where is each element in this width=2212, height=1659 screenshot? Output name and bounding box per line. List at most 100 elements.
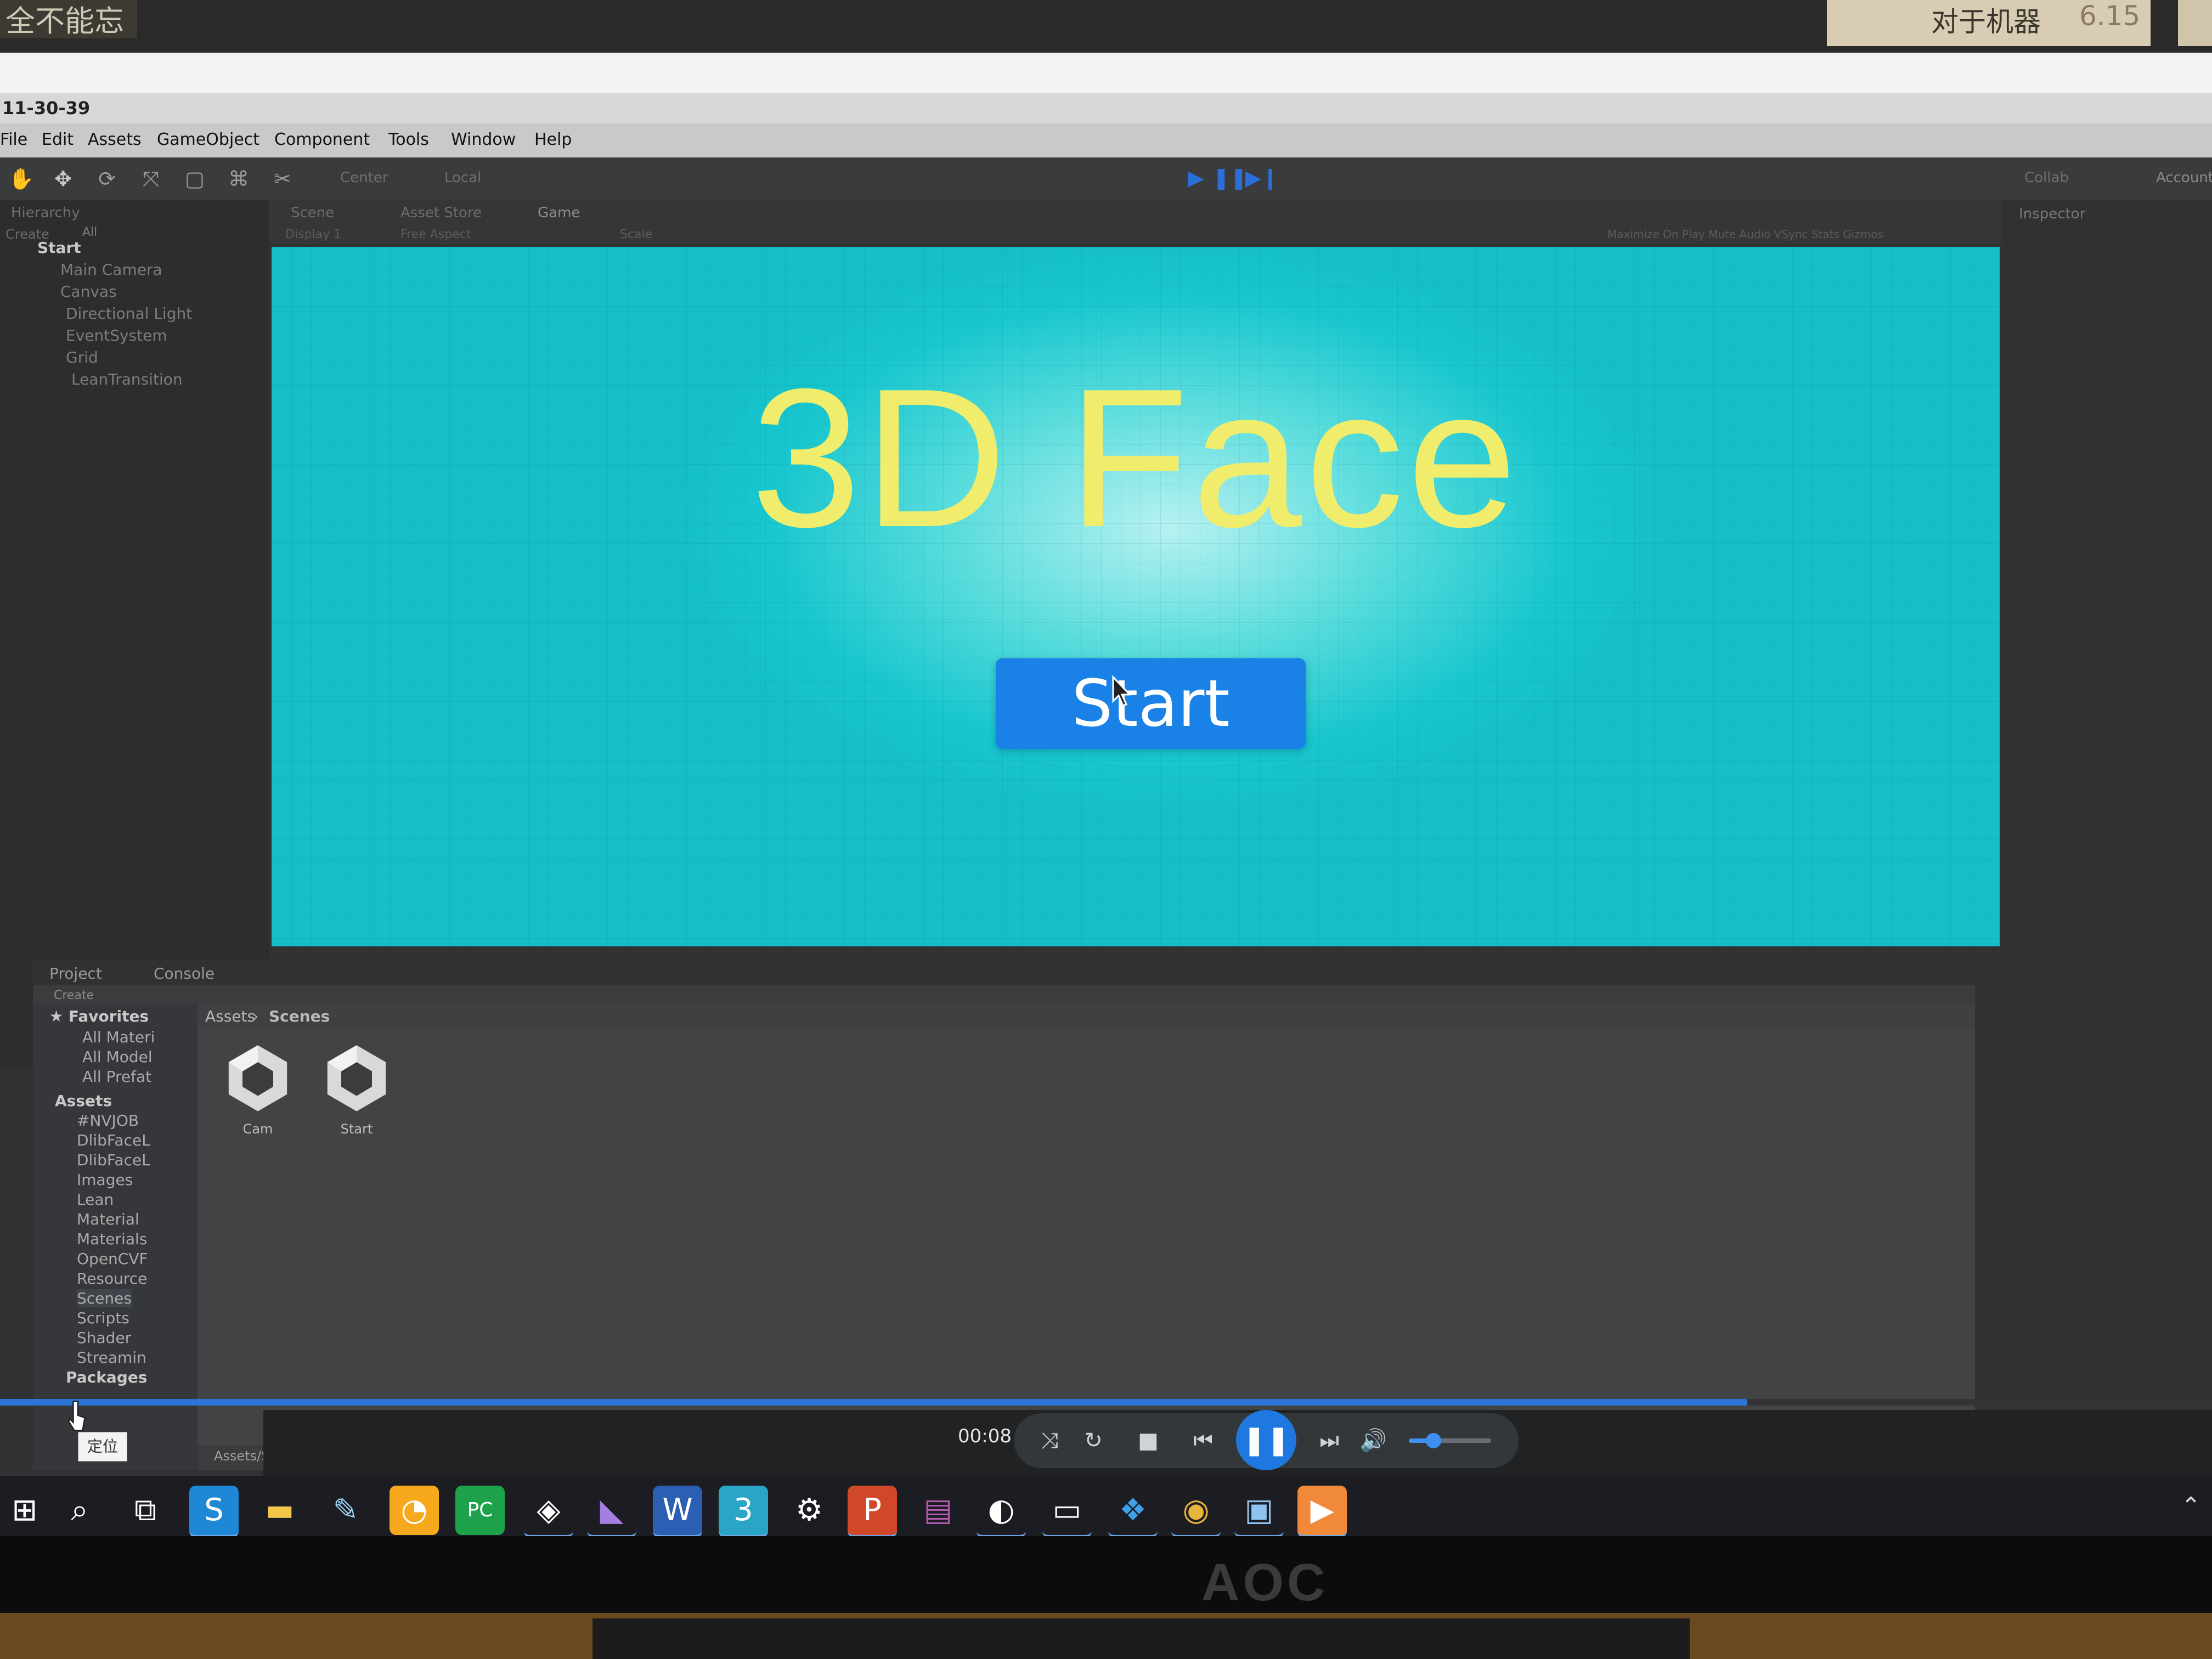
gallery-icon[interactable]: ◔	[390, 1486, 439, 1535]
video-player-icon[interactable]: ▶	[1297, 1486, 1347, 1538]
menu-tools[interactable]: Tools	[388, 130, 429, 149]
terminal-icon[interactable]: ▭	[1042, 1486, 1092, 1538]
scene-root-item[interactable]: Start	[37, 239, 81, 257]
pycharm-icon[interactable]: PC	[455, 1486, 505, 1535]
volume-icon[interactable]: 🔊	[1354, 1423, 1392, 1458]
hierarchy-item[interactable]: EventSystem	[66, 326, 167, 345]
search-icon[interactable]: ⌕	[55, 1486, 104, 1535]
packages-folder[interactable]: Packages	[66, 1368, 147, 1386]
collab-dropdown[interactable]: Collab	[2024, 170, 2069, 186]
system-tray-icon[interactable]: ⌃	[2181, 1492, 2201, 1520]
hierarchy-tab[interactable]: Hierarchy	[11, 205, 80, 221]
step-icon[interactable]: ▶❙	[1245, 163, 1279, 193]
start-button[interactable]: Start	[996, 658, 1306, 749]
menu-window[interactable]: Window	[451, 130, 516, 149]
task-view-icon[interactable]: ⧉	[121, 1486, 170, 1535]
custom-tool-icon[interactable]: ✂	[269, 165, 296, 193]
game-view-options[interactable]: Maximize On Play Mute Audio VSync Stats …	[1607, 228, 1883, 241]
transform-tool-icon[interactable]: ⌘	[225, 165, 252, 193]
folder-item-selected[interactable]: Scenes	[77, 1289, 132, 1307]
account-dropdown[interactable]: Account	[2156, 170, 2212, 186]
next-icon[interactable]: ⏭	[1310, 1423, 1348, 1458]
folder-item[interactable]: Scripts	[77, 1309, 129, 1327]
folder-item[interactable]: Streamin	[77, 1348, 146, 1367]
paint-icon[interactable]: ✎	[321, 1486, 370, 1535]
pause-icon[interactable]: ❚❚	[1236, 1410, 1296, 1470]
folder-item[interactable]: DlibFaceL	[77, 1151, 150, 1169]
volume-slider[interactable]	[1409, 1433, 1491, 1448]
tab-scene[interactable]: Scene	[291, 205, 334, 221]
display-dropdown[interactable]: Display 1	[285, 228, 341, 241]
assets-folder[interactable]: Assets	[55, 1092, 112, 1110]
folder-item[interactable]: Lean	[77, 1190, 114, 1209]
aspect-dropdown[interactable]: Free Aspect	[400, 228, 471, 241]
winrar-icon[interactable]: ▤	[913, 1486, 963, 1535]
folder-item[interactable]: DlibFaceL	[77, 1131, 150, 1149]
menu-edit[interactable]: Edit	[42, 130, 74, 149]
rect-tool-icon[interactable]: ▢	[181, 165, 208, 193]
menu-file[interactable]: File	[0, 130, 27, 149]
folder-item[interactable]: OpenCVF	[77, 1250, 148, 1268]
favorite-item[interactable]: All Prefat	[82, 1068, 151, 1086]
folder-item[interactable]: Material	[77, 1210, 139, 1228]
scene-asset[interactable]: Cam	[208, 1039, 307, 1149]
folder-item[interactable]: Materials	[77, 1230, 147, 1248]
inspector-tab[interactable]: Inspector	[2019, 206, 2085, 222]
word-icon[interactable]: W	[653, 1486, 702, 1538]
scale-tool-icon[interactable]: ⤧	[137, 165, 165, 193]
visual-studio-icon[interactable]: ◣	[587, 1486, 636, 1538]
hierarchy-item[interactable]: Grid	[66, 348, 98, 366]
hierarchy-search[interactable]: All	[82, 225, 97, 239]
pivot-toggle[interactable]: Center	[340, 170, 388, 186]
favorite-item[interactable]: All Model	[82, 1048, 153, 1066]
hierarchy-item[interactable]: Canvas	[60, 283, 117, 301]
tab-asset-store[interactable]: Asset Store	[400, 205, 482, 221]
scale-slider-label[interactable]: Scale	[620, 228, 652, 241]
folder-item[interactable]: #NVJOB	[77, 1111, 139, 1130]
settings-icon[interactable]: ⚙	[785, 1486, 834, 1535]
tab-project[interactable]: Project	[49, 964, 102, 983]
hierarchy-item[interactable]: Main Camera	[60, 261, 162, 279]
hand-tool-icon[interactable]: ✋	[8, 165, 35, 193]
shuffle-icon[interactable]: ⤨	[1030, 1423, 1069, 1458]
folder-item[interactable]: Resource	[77, 1269, 147, 1288]
scene-asset[interactable]: Start	[307, 1039, 406, 1149]
rotate-tool-icon[interactable]: ⟳	[93, 165, 121, 193]
move-tool-icon[interactable]: ✥	[49, 165, 77, 193]
unity-icon[interactable]: ◈	[524, 1486, 573, 1538]
file-explorer-icon[interactable]: ▬	[255, 1486, 304, 1535]
previous-icon[interactable]: ⏮	[1184, 1423, 1222, 1458]
folder-item[interactable]: Shader	[77, 1329, 131, 1347]
hierarchy-item[interactable]: LeanTransition	[71, 370, 183, 388]
play-icon[interactable]: ▶	[1180, 163, 1212, 193]
powerpoint-icon[interactable]: P	[848, 1486, 897, 1538]
space-toggle[interactable]: Local	[444, 170, 481, 186]
windows-start-icon[interactable]: ⊞	[0, 1486, 49, 1535]
menu-gameobject[interactable]: GameObject	[157, 130, 259, 149]
remote-desktop-icon[interactable]: ▣	[1234, 1486, 1284, 1538]
game-view: 3D Face Start	[272, 247, 2000, 946]
video-progress-remaining[interactable]	[1747, 1399, 2212, 1406]
repeat-icon[interactable]: ↻	[1074, 1423, 1113, 1458]
volume-knob[interactable]	[1426, 1433, 1441, 1448]
breadcrumb-assets[interactable]: Assets	[205, 1007, 255, 1025]
chrome-icon[interactable]: ◉	[1171, 1486, 1221, 1538]
3d-tool-icon[interactable]: 3	[719, 1486, 768, 1538]
tab-game[interactable]: Game	[538, 205, 580, 221]
menu-assets[interactable]: Assets	[88, 130, 142, 149]
favorite-item[interactable]: All Materi	[82, 1028, 155, 1046]
tab-console[interactable]: Console	[154, 964, 215, 983]
breadcrumb-current[interactable]: Scenes	[269, 1007, 330, 1025]
menu-help[interactable]: Help	[534, 130, 572, 149]
pause-icon[interactable]: ❚❚	[1212, 163, 1248, 193]
project-create-button[interactable]: Create	[54, 989, 94, 1002]
cube-app-icon[interactable]: ❖	[1108, 1486, 1158, 1538]
stop-icon[interactable]: ■	[1129, 1423, 1167, 1458]
video-progress-bar[interactable]	[0, 1399, 1747, 1406]
menu-component[interactable]: Component	[274, 130, 370, 149]
favorites-header[interactable]: ★ Favorites	[49, 1007, 149, 1025]
folder-item[interactable]: Images	[77, 1171, 133, 1189]
app-icon[interactable]: ◐	[977, 1486, 1026, 1538]
skype-icon[interactable]: S	[189, 1486, 239, 1538]
hierarchy-item[interactable]: Directional Light	[66, 304, 192, 323]
